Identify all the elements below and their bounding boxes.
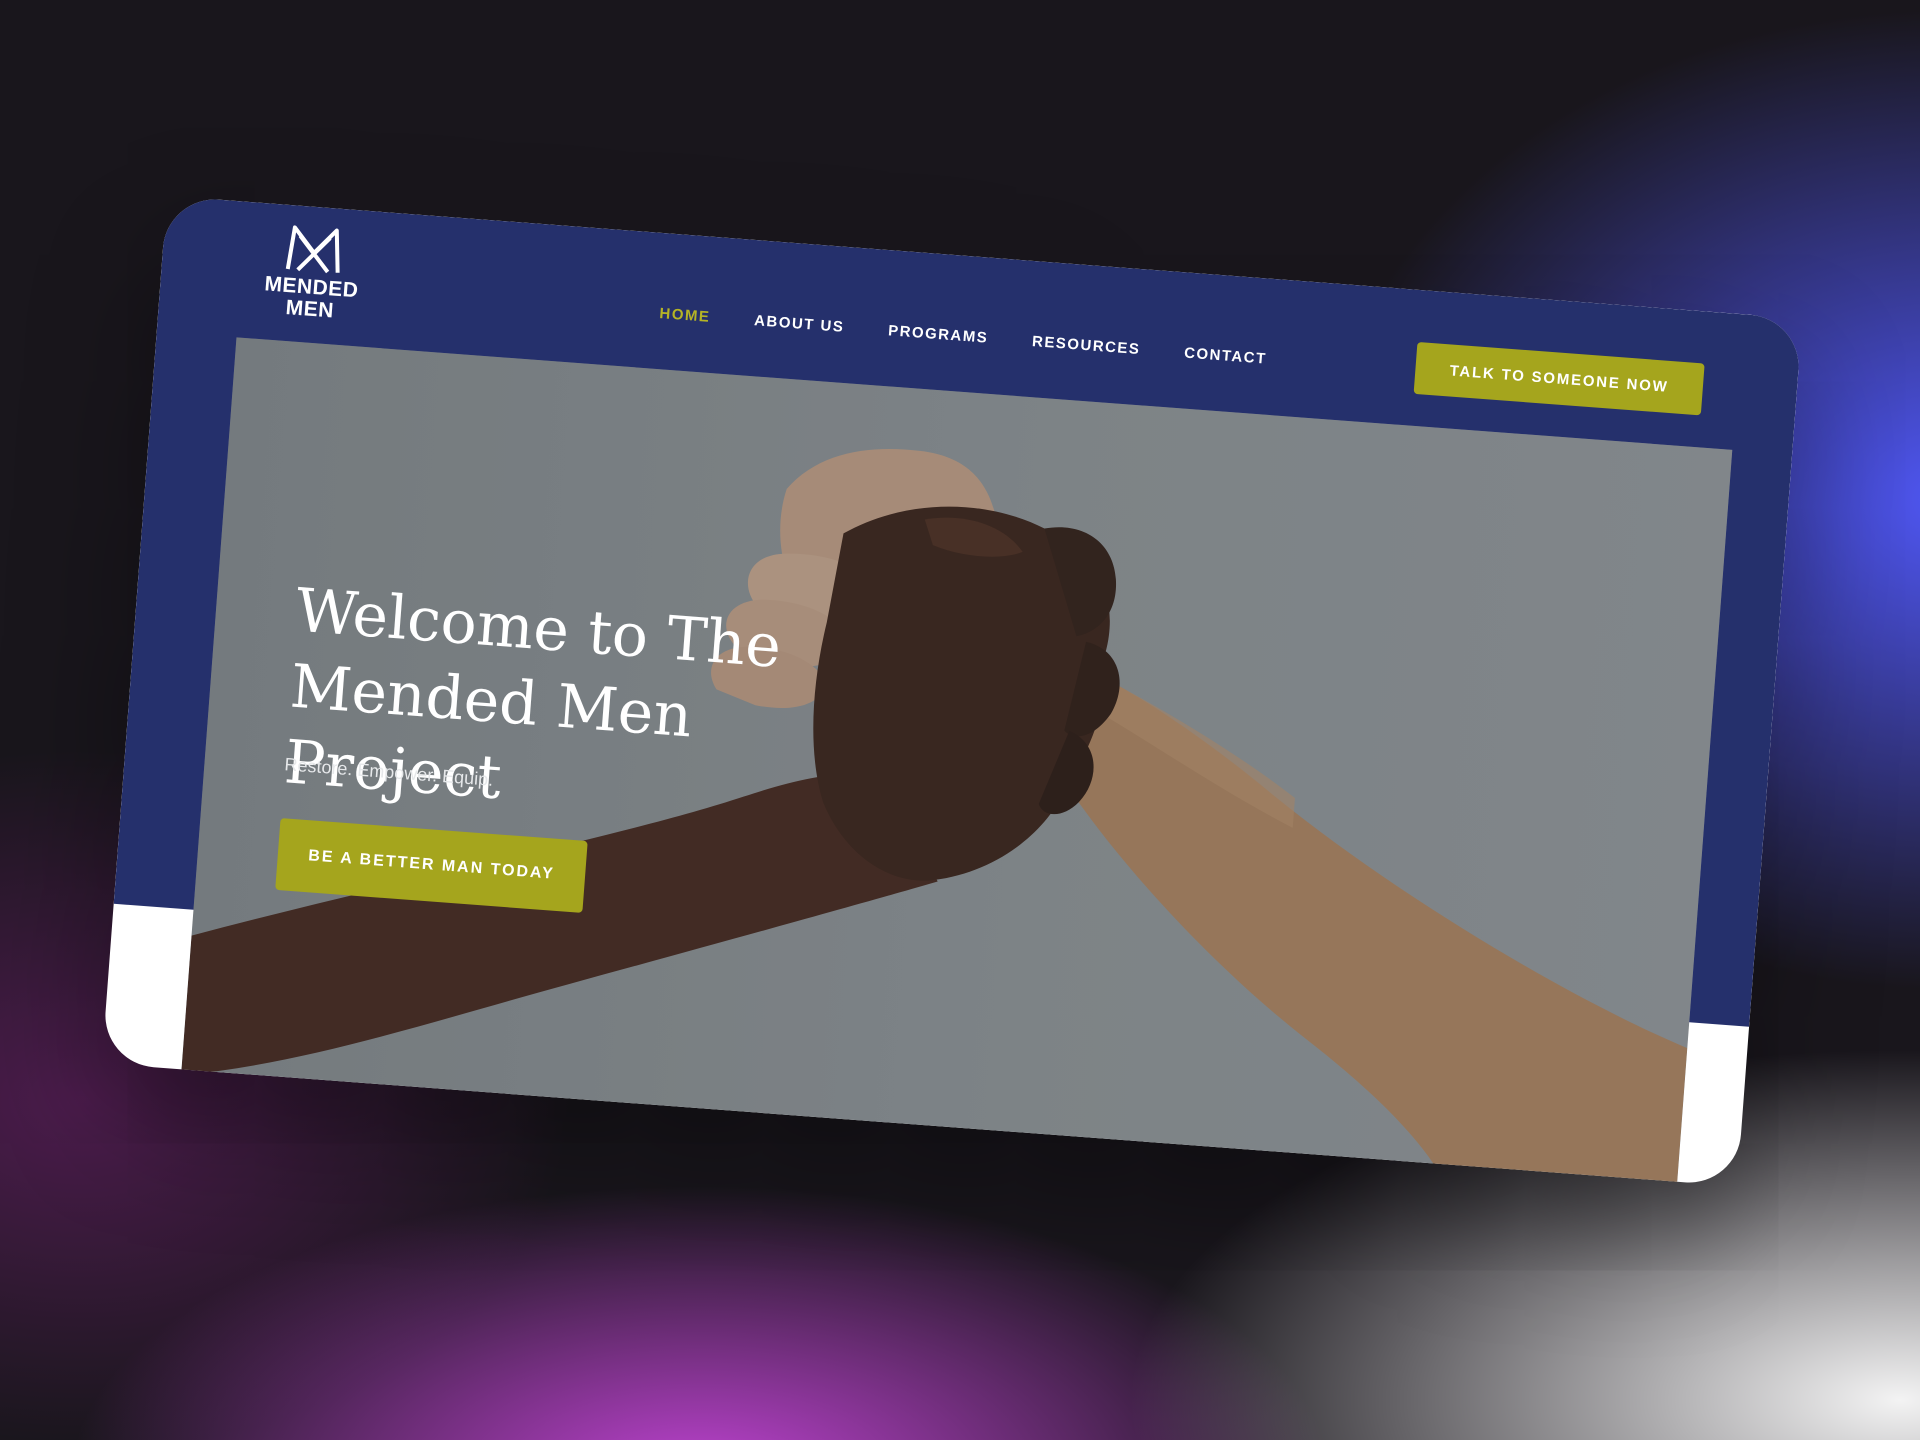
browser-mockup: MENDED MEN HOME ABOUT US PROGRAMS RESOUR… — [101, 195, 1803, 1187]
nav-programs[interactable]: PROGRAMS — [888, 322, 989, 346]
nav-about-us[interactable]: ABOUT US — [754, 312, 845, 336]
hero-title: Welcome to The Mended Men Project — [282, 575, 784, 814]
mm-monogram-icon — [285, 225, 340, 274]
hero-section: Welcome to The Mended Men Project Restor… — [181, 337, 1733, 1187]
logo-text: MENDED MEN — [254, 272, 367, 325]
nav-home[interactable]: HOME — [659, 305, 711, 326]
website: MENDED MEN HOME ABOUT US PROGRAMS RESOUR… — [113, 195, 1803, 1187]
main-nav: HOME ABOUT US PROGRAMS RESOURCES CONTACT — [659, 305, 1267, 368]
talk-to-someone-button[interactable]: TALK TO SOMEONE NOW — [1413, 341, 1705, 416]
nav-resources[interactable]: RESOURCES — [1031, 333, 1141, 358]
nav-contact[interactable]: CONTACT — [1184, 344, 1268, 367]
site-header: MENDED MEN HOME ABOUT US PROGRAMS RESOUR… — [167, 196, 1802, 416]
logo[interactable]: MENDED MEN — [254, 221, 371, 325]
